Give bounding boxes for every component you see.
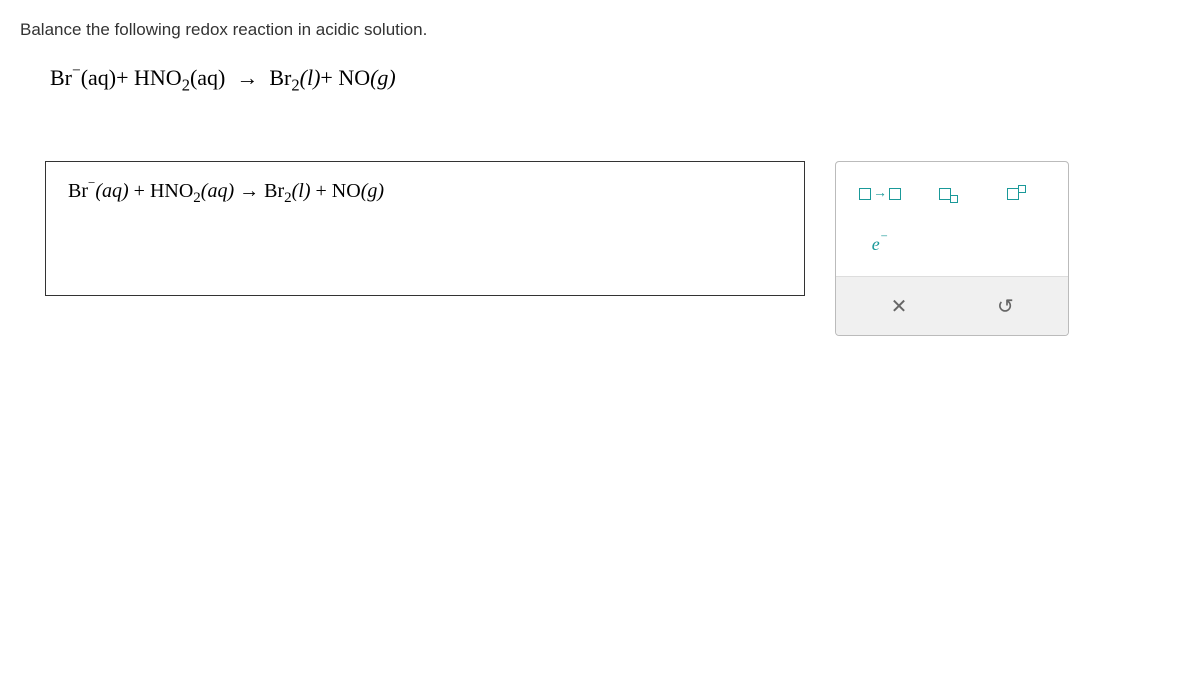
ans-br: Br [68, 180, 88, 202]
box-sm-icon [950, 195, 958, 203]
subscript-tool[interactable] [914, 176, 982, 212]
tool-row-1: → [836, 162, 1068, 226]
g-state: (g) [370, 65, 396, 90]
ans-aq2: (aq) [201, 180, 234, 202]
box-icon [859, 188, 871, 200]
ans-g: (g) [361, 180, 384, 202]
clear-button[interactable]: ✕ [846, 287, 952, 325]
tool-panel: → e− ✕ ↻ [835, 161, 1069, 336]
ans-plus1: + [129, 180, 150, 202]
l-state: (l) [300, 65, 321, 90]
question-equation: Br−(aq)+ HNO2(aq) → Br2(l)+ NO(g) [20, 65, 1180, 91]
ans-no: NO [332, 180, 361, 202]
tool-row-2: e− [836, 226, 1068, 276]
close-icon: ✕ [891, 294, 908, 319]
superscript-tool[interactable] [982, 176, 1050, 212]
br2: Br [269, 65, 291, 90]
ans-br2-sub: 2 [284, 190, 292, 206]
ans-br2: Br [264, 180, 284, 202]
no: NO [338, 65, 370, 90]
electron-tool[interactable]: e− [846, 226, 914, 262]
action-row: ✕ ↻ [836, 276, 1068, 335]
hno2-sub: 2 [182, 75, 190, 94]
yields-tool[interactable]: → [846, 176, 914, 212]
undo-button[interactable]: ↻ [952, 287, 1058, 325]
plus-2: + [320, 65, 332, 90]
br-charge: − [72, 62, 81, 79]
electron-charge: − [880, 229, 889, 244]
aq-state-2: (aq) [190, 65, 225, 90]
ans-hno2: HNO [150, 180, 193, 202]
box-sm-icon [1018, 185, 1026, 193]
answer-area: Br−(aq) + HNO2(aq) → Br2(l) + NO(g) → e−… [20, 161, 1180, 336]
ans-hno2-sub: 2 [193, 190, 201, 206]
equation-br: Br [50, 65, 72, 90]
plus-1: + [116, 65, 128, 90]
box-icon [889, 188, 901, 200]
ans-arrow: → [234, 180, 264, 202]
arrow: → [236, 65, 258, 90]
hno2: HNO [134, 65, 182, 90]
br2-sub: 2 [291, 75, 299, 94]
undo-icon: ↻ [997, 294, 1014, 319]
question-prompt: Balance the following redox reaction in … [20, 20, 1180, 40]
ans-plus2: + [311, 180, 332, 202]
arrow-icon: → [873, 186, 887, 202]
answer-input[interactable]: Br−(aq) + HNO2(aq) → Br2(l) + NO(g) [45, 161, 805, 296]
electron-label: e [872, 234, 880, 255]
aq-state-1: (aq) [81, 65, 116, 90]
ans-aq1: (aq) [95, 180, 128, 202]
ans-br-charge: − [88, 175, 95, 190]
ans-l: (l) [292, 180, 311, 202]
